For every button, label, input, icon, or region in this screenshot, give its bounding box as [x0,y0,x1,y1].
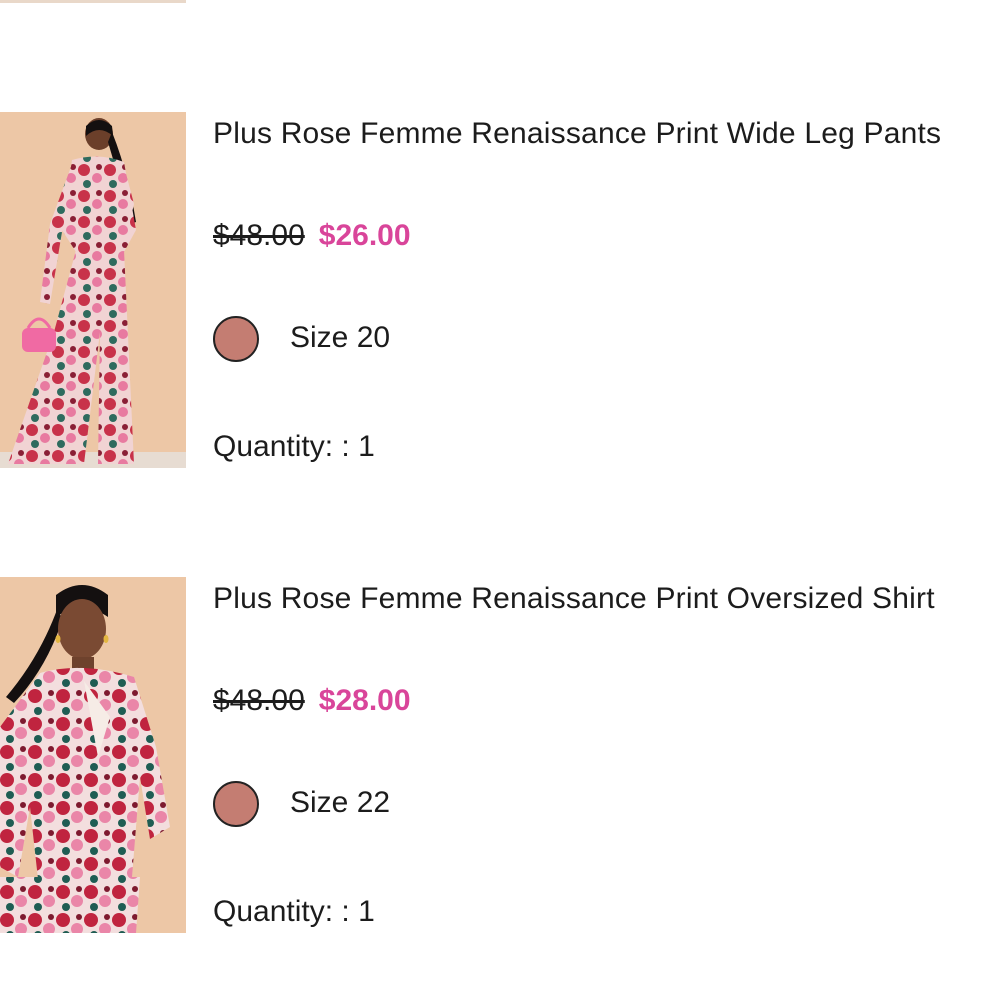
size-label: Size 22 [290,786,391,819]
quantity-label: Quantity: : 1 [213,895,375,928]
price-row: $48.00 $26.00 [213,216,411,256]
previous-item-image-edge [0,0,186,3]
product-image[interactable] [0,577,186,933]
cart-page: Plus Rose Femme Renaissance Print Wide L… [0,0,1000,1000]
product-image[interactable] [0,112,186,468]
original-price: $48.00 [213,219,305,252]
price-row: $48.00 $28.00 [213,681,411,721]
product-photo-wide-leg-pants [0,112,186,468]
color-swatch [213,781,259,827]
sale-price: $26.00 [318,219,411,252]
size-label: Size 20 [290,321,391,354]
sale-price: $28.00 [318,684,411,717]
cart-item: Plus Rose Femme Renaissance Print Oversi… [0,577,1000,933]
product-title[interactable]: Plus Rose Femme Renaissance Print Wide L… [213,114,941,154]
product-photo-oversized-shirt [0,577,186,933]
color-swatch [213,316,259,362]
cart-item: Plus Rose Femme Renaissance Print Wide L… [0,112,1000,468]
product-title[interactable]: Plus Rose Femme Renaissance Print Oversi… [213,579,935,619]
quantity-label: Quantity: : 1 [213,430,375,463]
original-price: $48.00 [213,684,305,717]
